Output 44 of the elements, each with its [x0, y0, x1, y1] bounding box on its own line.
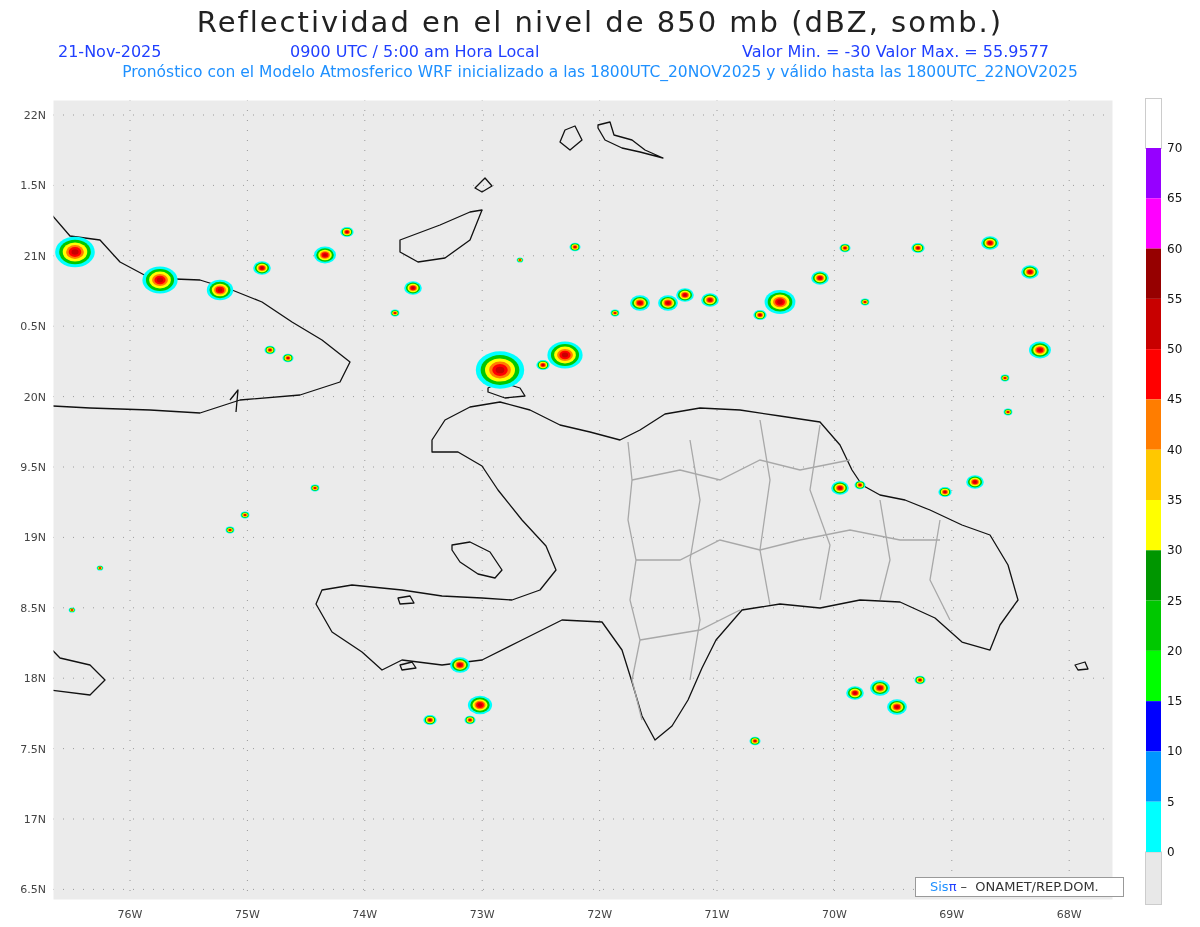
latitude-label: 17N — [23, 813, 46, 826]
value-range-label: Valor Min. = -30 Valor Max. = 55.9577 — [742, 42, 1049, 62]
colorbar-label: 20 — [1167, 643, 1183, 658]
longitude-label: 68W — [1056, 908, 1082, 921]
colorbar-label: 5 — [1167, 794, 1175, 809]
colorbar-label: 0 — [1167, 845, 1175, 859]
colorbar-label: 55 — [1167, 291, 1183, 306]
longitude-label: 76W — [117, 908, 143, 921]
latitude-label: 7.5N — [20, 742, 46, 756]
latitude-label: 9.5N — [20, 461, 46, 474]
latitude-label: 0.5N — [20, 320, 46, 334]
longitude-label: 73W — [469, 908, 495, 921]
latitude-label: 21N — [23, 249, 46, 263]
latitude-label: 1.5N — [20, 179, 46, 193]
latitude-label: 19N — [23, 531, 46, 545]
longitude-label: 75W — [234, 908, 260, 921]
colorbar-above-range — [1145, 98, 1162, 149]
date-label: 21-Nov-2025 — [58, 42, 163, 62]
latitude-label: 6.5N — [20, 883, 46, 897]
colorbar-label: 15 — [1167, 694, 1183, 709]
colorbar-below-range — [1145, 851, 1162, 905]
colorbar-label: 45 — [1167, 392, 1183, 407]
colorbar-label: 35 — [1167, 493, 1183, 507]
colorbar-label: 65 — [1167, 191, 1183, 206]
colorbar-label: 60 — [1167, 241, 1183, 256]
colorbar-label: 40 — [1167, 442, 1183, 457]
longitude-label: 70W — [821, 908, 847, 921]
longitude-label: 74W — [352, 908, 378, 921]
credit-label: Sisπ – ONAMET/REP.DOM. — [915, 877, 1124, 897]
colorbar-label: 70 — [1167, 141, 1183, 155]
latitude-label: 8.5N — [20, 601, 46, 615]
colorbar-label: 30 — [1167, 543, 1183, 558]
time-label: 0900 UTC / 5:00 am Hora Local — [290, 42, 541, 62]
chart-title: Reflectividad en el nivel de 850 mb (dBZ, somb.) — [196, 4, 1004, 40]
colorbar-label: 50 — [1167, 342, 1183, 357]
longitude-label: 69W — [939, 908, 965, 921]
forecast-description: Pronóstico con el Modelo Atmosferico WRF inicializado a las 1800UTC_20NOV2025 y válido hasta las 1800UTC_22NOV2025 — [122, 62, 1078, 82]
latitude-label: 22N — [23, 109, 46, 122]
latitude-label: 18N — [23, 672, 46, 686]
colorbar-label: 10 — [1167, 744, 1183, 759]
longitude-label: 72W — [587, 908, 613, 921]
colorbar-label: 25 — [1167, 593, 1183, 608]
latitude-label: 20N — [23, 390, 46, 404]
longitude-label: 71W — [704, 908, 730, 921]
